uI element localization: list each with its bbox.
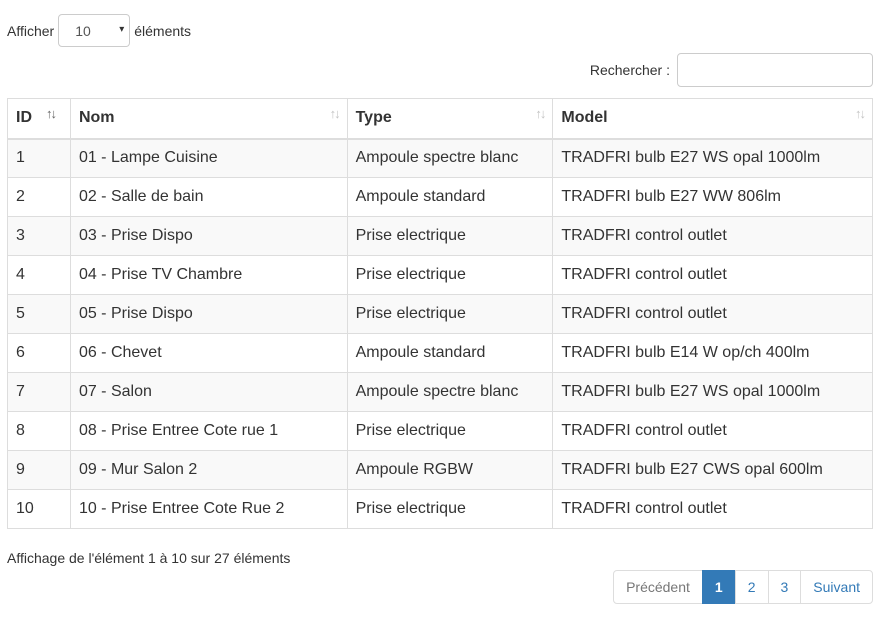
cell-type: Prise electrique: [346, 411, 554, 451]
table-info-text: Affichage de l'élément 1 à 10 sur 27 élé…: [7, 550, 291, 566]
cell-nom: 01 - Lampe Cuisine: [69, 138, 348, 178]
table-row: 8 08 - Prise Entree Cote rue 1 Prise ele…: [7, 411, 873, 451]
cell-id: 10: [7, 489, 71, 529]
column-header-label: ID: [16, 109, 32, 127]
page-length-value: 10: [75, 22, 91, 39]
cell-nom: 02 - Salle de bain: [69, 177, 348, 217]
cell-type: Prise electrique: [346, 294, 554, 334]
previous-page-button[interactable]: Précédent: [613, 570, 703, 604]
table-row: 10 10 - Prise Entree Cote Rue 2 Prise el…: [7, 489, 873, 529]
table-row: 5 05 - Prise Dispo Prise electrique TRAD…: [7, 294, 873, 334]
cell-type: Ampoule standard: [346, 333, 554, 373]
search-control: Rechercher :: [590, 53, 873, 87]
cell-model: TRADFRI bulb E27 WS opal 1000lm: [552, 372, 873, 412]
page-button-1[interactable]: 1: [701, 570, 736, 604]
cell-id: 7: [7, 372, 71, 412]
cell-type: Ampoule spectre blanc: [346, 138, 554, 178]
cell-nom: 06 - Chevet: [69, 333, 348, 373]
cell-id: 2: [7, 177, 71, 217]
cell-model: TRADFRI control outlet: [552, 255, 873, 295]
cell-model: TRADFRI bulb E14 W op/ch 400lm: [552, 333, 873, 373]
cell-model: TRADFRI control outlet: [552, 294, 873, 334]
column-header-label: Type: [355, 109, 392, 127]
cell-nom: 05 - Prise Dispo: [69, 294, 348, 334]
cell-id: 3: [7, 216, 71, 256]
cell-nom: 10 - Prise Entree Cote Rue 2: [69, 489, 348, 529]
cell-type: Prise electrique: [346, 216, 554, 256]
table-row: 9 09 - Mur Salon 2 Ampoule RGBW TRADFRI …: [7, 450, 873, 490]
cell-nom: 09 - Mur Salon 2: [69, 450, 348, 490]
cell-id: 9: [7, 450, 71, 490]
cell-id: 5: [7, 294, 71, 334]
length-prefix-label: Afficher: [7, 22, 55, 39]
page-length-select[interactable]: 10 ▾: [58, 14, 131, 47]
table-row: 6 06 - Chevet Ampoule standard TRADFRI b…: [7, 333, 873, 373]
column-header-nom[interactable]: Nom ↑↓: [69, 98, 348, 140]
cell-type: Ampoule standard: [346, 177, 554, 217]
length-suffix-label: éléments: [134, 22, 192, 39]
table-row: 4 04 - Prise TV Chambre Prise electrique…: [7, 255, 873, 295]
table-row: 2 02 - Salle de bain Ampoule standard TR…: [7, 177, 873, 217]
cell-id: 8: [7, 411, 71, 451]
cell-id: 1: [7, 138, 71, 178]
sort-icon: ↑↓: [535, 106, 546, 121]
chevron-down-icon: ▾: [119, 24, 125, 35]
table-row: 7 07 - Salon Ampoule spectre blanc TRADF…: [7, 372, 873, 412]
cell-type: Prise electrique: [346, 255, 554, 295]
search-input[interactable]: [677, 53, 873, 87]
column-header-id[interactable]: ID ↑↓: [7, 98, 71, 140]
cell-id: 4: [7, 255, 71, 295]
cell-type: Ampoule RGBW: [346, 450, 554, 490]
cell-model: TRADFRI bulb E27 CWS opal 600lm: [552, 450, 873, 490]
cell-nom: 08 - Prise Entree Cote rue 1: [69, 411, 348, 451]
cell-nom: 07 - Salon: [69, 372, 348, 412]
cell-nom: 04 - Prise TV Chambre: [69, 255, 348, 295]
sort-icon: ↑↓: [329, 106, 341, 121]
table-row: 3 03 - Prise Dispo Prise electrique TRAD…: [7, 216, 873, 256]
search-label: Rechercher :: [589, 62, 670, 78]
cell-type: Prise electrique: [346, 489, 554, 529]
column-header-type[interactable]: Type ↑↓: [346, 98, 554, 140]
cell-model: TRADFRI bulb E27 WW 806lm: [552, 177, 873, 217]
table-header-row: ID ↑↓ Nom ↑↓ Type ↑↓ Model ↑↓: [7, 98, 873, 140]
cell-model: TRADFRI bulb E27 WS opal 1000lm: [552, 138, 873, 178]
table-row: 1 01 - Lampe Cuisine Ampoule spectre bla…: [7, 138, 873, 178]
cell-model: TRADFRI control outlet: [552, 216, 873, 256]
page-button-2[interactable]: 2: [734, 570, 769, 604]
column-header-label: Model: [561, 109, 608, 127]
column-header-model[interactable]: Model ↑↓: [552, 98, 873, 140]
cell-model: TRADFRI control outlet: [552, 411, 873, 451]
next-page-button[interactable]: Suivant: [800, 570, 873, 604]
sort-ascending-icon: ↑↓: [46, 106, 57, 121]
column-header-label: Nom: [78, 109, 115, 127]
cell-model: TRADFRI control outlet: [552, 489, 873, 529]
pagination: Précédent 1 2 3 Suivant: [613, 570, 873, 604]
cell-nom: 03 - Prise Dispo: [69, 216, 348, 256]
page-length-control: Afficher 10 ▾ éléments: [7, 14, 191, 47]
devices-table: ID ↑↓ Nom ↑↓ Type ↑↓ Model ↑↓ 1 01 - Lam…: [7, 98, 873, 529]
page-button-3[interactable]: 3: [767, 570, 802, 604]
cell-type: Ampoule spectre blanc: [346, 372, 554, 412]
sort-icon: ↑↓: [855, 106, 866, 121]
cell-id: 6: [7, 333, 71, 373]
